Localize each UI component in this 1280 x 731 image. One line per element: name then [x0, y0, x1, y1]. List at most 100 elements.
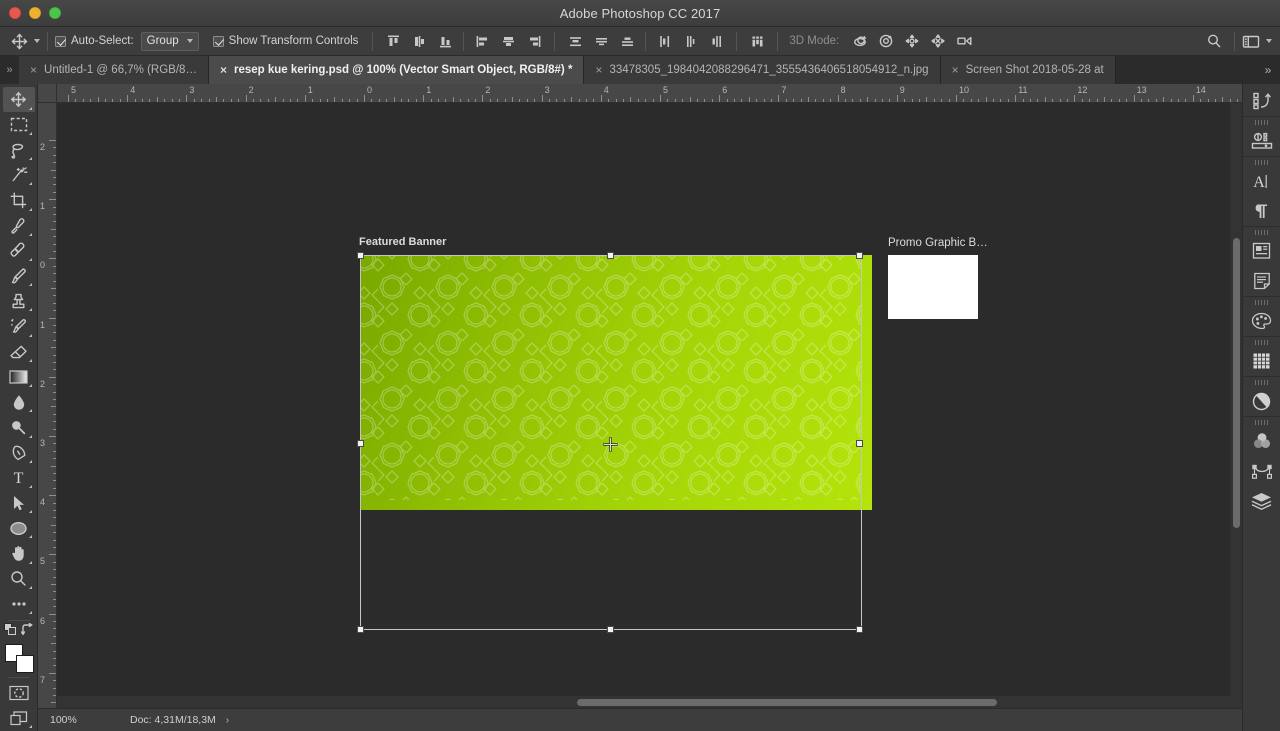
- close-tab-icon[interactable]: ×: [220, 64, 227, 76]
- path-selection-tool[interactable]: [3, 491, 35, 516]
- panel-grip[interactable]: [1254, 230, 1269, 235]
- close-tab-icon[interactable]: ×: [952, 64, 959, 76]
- vertical-ruler[interactable]: 2 1 0 1 2 3 4 5 6 7: [38, 103, 57, 708]
- history-brush-tool[interactable]: [3, 314, 35, 339]
- paragraph-panel-icon[interactable]: [1246, 196, 1278, 226]
- default-colors-icon[interactable]: [3, 623, 17, 641]
- adjustments-layer-panel-icon[interactable]: [1246, 386, 1278, 416]
- pen-tool[interactable]: [3, 440, 35, 465]
- history-panel-icon[interactable]: [1246, 86, 1278, 116]
- horizontal-ruler[interactable]: 5 4 3 2 1 0 1 2 3 4 5 6 7 8 9 10 11 12 13 14: [57, 84, 1242, 103]
- document-tab-untitled-1[interactable]: × Untitled-1 @ 66,7% (RGB/8…: [19, 56, 209, 84]
- lasso-tool[interactable]: [3, 137, 35, 162]
- workspace-switcher-icon[interactable]: [1238, 29, 1264, 53]
- panel-grip[interactable]: [1254, 160, 1269, 165]
- document-tab-screen-shot[interactable]: × Screen Shot 2018-05-28 at: [940, 56, 1116, 84]
- paths-panel-icon[interactable]: [1246, 456, 1278, 486]
- show-transform-controls-group[interactable]: Show Transform Controls: [212, 35, 358, 47]
- horizontal-type-tool[interactable]: T: [3, 465, 35, 490]
- transform-handle-bottom-left[interactable]: [357, 626, 364, 633]
- artboard-label-promo-graphic-b[interactable]: Promo Graphic B…: [888, 237, 988, 249]
- document-tab-resep-kue-kering[interactable]: × resep kue kering.psd @ 100% (Vector Sm…: [208, 56, 585, 84]
- distribute-right-edges-button[interactable]: [703, 29, 729, 53]
- transform-handle-middle-left[interactable]: [357, 440, 364, 447]
- distribute-top-edges-button[interactable]: [562, 29, 588, 53]
- ellipse-tool[interactable]: [3, 516, 35, 541]
- blur-tool[interactable]: [3, 390, 35, 415]
- workspace-chevron-down-icon[interactable]: [1266, 39, 1272, 43]
- align-right-edges-button[interactable]: [521, 29, 547, 53]
- eraser-tool[interactable]: [3, 339, 35, 364]
- character-panel-icon[interactable]: A: [1246, 166, 1278, 196]
- drag-3d-object-icon[interactable]: [899, 29, 925, 53]
- auto-select-group[interactable]: Auto-Select: Group: [55, 31, 199, 51]
- show-transform-controls-checkbox[interactable]: [212, 35, 224, 47]
- transform-handle-top-center[interactable]: [607, 252, 614, 259]
- transform-handle-bottom-center[interactable]: [607, 626, 614, 633]
- horizontal-scrollbar-thumb[interactable]: [577, 698, 997, 706]
- swap-colors-icon[interactable]: [20, 623, 34, 641]
- dodge-tool[interactable]: [3, 415, 35, 440]
- color-panel-icon[interactable]: [1246, 306, 1278, 336]
- quick-mask-mode-button[interactable]: [3, 680, 35, 705]
- edit-toolbar-tool[interactable]: [3, 591, 35, 616]
- align-horizontal-centers-button[interactable]: [495, 29, 521, 53]
- close-tab-icon[interactable]: ×: [30, 64, 37, 76]
- zoom-level-field[interactable]: 100%: [46, 713, 102, 727]
- close-tab-icon[interactable]: ×: [595, 64, 602, 76]
- transform-handle-top-right[interactable]: [856, 252, 863, 259]
- active-tool-preset[interactable]: [6, 29, 40, 53]
- panel-grip[interactable]: [1254, 300, 1269, 305]
- brush-tool[interactable]: [3, 264, 35, 289]
- distribute-vertical-centers-button[interactable]: [588, 29, 614, 53]
- panel-grip[interactable]: [1254, 380, 1269, 385]
- ruler-origin[interactable]: [38, 84, 57, 103]
- slide-3d-object-icon[interactable]: [925, 29, 951, 53]
- distribute-left-edges-button[interactable]: [651, 29, 677, 53]
- crop-tool[interactable]: [3, 188, 35, 213]
- swatches-panel-icon[interactable]: [1246, 346, 1278, 376]
- auto-select-checkbox[interactable]: [55, 35, 66, 47]
- auto-select-scope-dropdown[interactable]: Group: [140, 31, 199, 51]
- distribute-horizontal-centers-button[interactable]: [677, 29, 703, 53]
- transform-handle-bottom-right[interactable]: [856, 626, 863, 633]
- layers-panel-icon[interactable]: [1246, 486, 1278, 516]
- notes-panel-icon[interactable]: [1246, 266, 1278, 296]
- channels-panel-icon[interactable]: [1246, 426, 1278, 456]
- document-tab-jpg-image[interactable]: × 33478305_1984042088296471_355543640651…: [584, 56, 941, 84]
- adjustments-panel-icon[interactable]: [1246, 126, 1278, 156]
- align-and-distribute-button[interactable]: [744, 29, 770, 53]
- canvas-viewport[interactable]: Featured Banner Promo Graphic B…: [57, 103, 1242, 708]
- panel-grip[interactable]: [1254, 340, 1269, 345]
- promo-graphic-b-artboard[interactable]: [888, 255, 978, 319]
- tool-preset-chevron-down-icon[interactable]: [34, 39, 40, 43]
- layer-comps-panel-icon[interactable]: [1246, 236, 1278, 266]
- align-top-edges-button[interactable]: [380, 29, 406, 53]
- rotate-3d-object-icon[interactable]: [847, 29, 873, 53]
- move-tool-icon[interactable]: [6, 29, 32, 53]
- artboard-label-featured-banner[interactable]: Featured Banner: [359, 236, 446, 248]
- tab-scroll-left-button[interactable]: »: [0, 56, 19, 84]
- zoom-tool[interactable]: [3, 566, 35, 591]
- scale-3d-object-icon[interactable]: [951, 29, 977, 53]
- distribute-bottom-edges-button[interactable]: [614, 29, 640, 53]
- featured-banner-artboard[interactable]: [360, 255, 872, 510]
- gradient-tool[interactable]: [3, 364, 35, 389]
- rectangular-marquee-tool[interactable]: [3, 112, 35, 137]
- align-left-edges-button[interactable]: [469, 29, 495, 53]
- eyedropper-tool[interactable]: [3, 213, 35, 238]
- magic-wand-tool[interactable]: [3, 163, 35, 188]
- transform-handle-top-left[interactable]: [357, 252, 364, 259]
- screen-mode-button[interactable]: [3, 706, 35, 731]
- background-color-swatch[interactable]: [15, 655, 34, 674]
- hand-tool[interactable]: [3, 541, 35, 566]
- transform-handle-middle-right[interactable]: [856, 440, 863, 447]
- status-expand-arrow-icon[interactable]: ›: [226, 715, 229, 726]
- move-tool[interactable]: [2, 87, 35, 113]
- spot-healing-brush-tool[interactable]: [3, 238, 35, 263]
- search-icon[interactable]: [1201, 29, 1227, 53]
- roll-3d-object-icon[interactable]: [873, 29, 899, 53]
- panel-grip[interactable]: [1254, 120, 1269, 125]
- vertical-scrollbar[interactable]: [1230, 103, 1242, 708]
- horizontal-scrollbar[interactable]: [57, 696, 1242, 708]
